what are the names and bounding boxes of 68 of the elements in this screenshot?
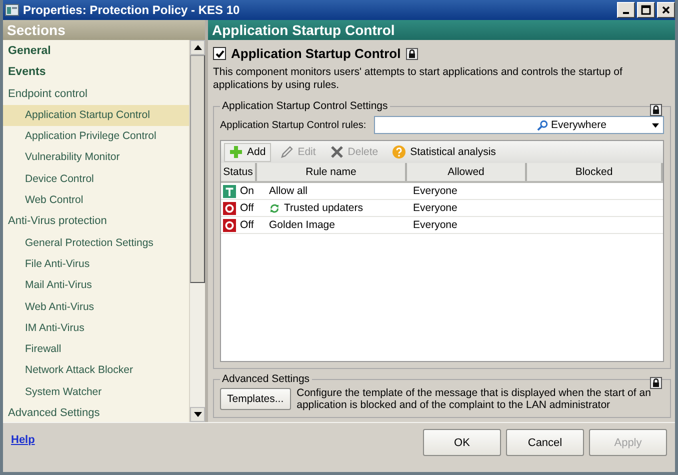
- templates-button[interactable]: Templates...: [220, 388, 291, 410]
- group-title: Application Startup Control Settings: [221, 100, 389, 112]
- column-header[interactable]: Allowed: [407, 163, 527, 181]
- table-cell: On: [240, 185, 254, 197]
- minimize-icon: [623, 12, 629, 14]
- delete-icon: [330, 145, 344, 159]
- column-header[interactable]: Status: [221, 163, 257, 181]
- toolbar-button[interactable]: Add: [224, 142, 271, 162]
- window-icon: [5, 3, 19, 17]
- table-cell: Trusted updaters: [284, 202, 363, 214]
- help-link[interactable]: Help: [11, 434, 35, 446]
- table-cell: Allow all: [269, 185, 308, 197]
- lock-icon[interactable]: [406, 48, 418, 60]
- component-label: Application Startup Control: [231, 46, 401, 61]
- sidebar-header: Sections: [3, 20, 205, 40]
- sidebar-item[interactable]: Web Control: [3, 190, 189, 212]
- sidebar-item[interactable]: Device Control: [3, 168, 189, 190]
- dialog-button[interactable]: Cancel: [506, 429, 584, 456]
- minimize-button[interactable]: [617, 2, 635, 18]
- table-cell: Off: [240, 202, 254, 214]
- down-arrow-icon: [194, 412, 202, 417]
- rules-label: Application Startup Control rules:: [220, 120, 366, 130]
- table-cell: Everyone: [413, 219, 458, 231]
- dialog-button[interactable]: OK: [423, 429, 501, 456]
- sidebar-item[interactable]: Application Privilege Control: [3, 126, 189, 148]
- sidebar-item[interactable]: Anti-Virus protection: [3, 211, 189, 233]
- column-header[interactable]: Blocked: [527, 163, 663, 181]
- close-icon: [661, 5, 671, 15]
- up-arrow-icon: [194, 45, 202, 50]
- sidebar-item[interactable]: Events: [3, 62, 189, 84]
- close-button[interactable]: [657, 2, 675, 18]
- scrollbar[interactable]: [189, 40, 205, 422]
- sidebar-item[interactable]: Endpoint control: [3, 84, 189, 105]
- panel-header: Application Startup Control: [208, 20, 675, 40]
- lock-icon[interactable]: [650, 377, 662, 389]
- sidebar-item[interactable]: File Anti-Virus: [3, 254, 189, 276]
- checkbox[interactable]: [213, 47, 226, 60]
- maximize-icon: [641, 5, 651, 15]
- sidebar-item[interactable]: Vulnerability Monitor: [3, 147, 189, 169]
- sidebar-item[interactable]: Web Anti-Virus: [3, 296, 189, 318]
- sidebar-item[interactable]: Advanced Settings: [3, 403, 189, 424]
- pencil-icon: [280, 145, 294, 159]
- group-title: Advanced Settings: [221, 373, 311, 385]
- advanced-description: Configure the template of the message that is displayed when the start of an application is blocked and of the complaint to the LAN administrator: [296, 387, 652, 411]
- column-header[interactable]: Rule name: [257, 163, 407, 181]
- table-cell: Everyone: [413, 185, 458, 197]
- caret-icon: [652, 122, 659, 128]
- scope-dropdown[interactable]: Everywhere: [533, 119, 663, 131]
- search-icon: [537, 120, 548, 130]
- lock-icon[interactable]: [650, 104, 662, 116]
- maximize-button[interactable]: [637, 2, 655, 18]
- sidebar-item[interactable]: General Protection Settings: [3, 232, 189, 254]
- window-title: Properties: Protection Policy - KES 10: [23, 3, 241, 17]
- sidebar-item[interactable]: Mail Anti-Virus: [3, 275, 189, 297]
- table-cell: Everyone: [413, 202, 458, 214]
- description: This component monitors users' attempts to start applications and controls the startup of applications by using rules.: [213, 66, 624, 92]
- sidebar-item[interactable]: General: [3, 41, 189, 62]
- sidebar-item[interactable]: System Watcher: [3, 382, 189, 404]
- sidebar-item[interactable]: Firewall: [3, 339, 189, 360]
- table-cell: Off: [240, 219, 254, 231]
- sidebar-item[interactable]: Application Startup Control: [3, 104, 189, 126]
- plus-icon: [229, 145, 243, 159]
- sidebar-item[interactable]: Network Attack Blocker: [3, 360, 189, 382]
- sidebar-item[interactable]: IM Anti-Virus: [3, 318, 189, 340]
- question-icon: [392, 145, 406, 159]
- toolbar-button[interactable]: Statistical analysis: [387, 142, 501, 162]
- table-cell: Golden Image: [269, 219, 335, 231]
- search-field[interactable]: Everywhere: [374, 116, 664, 134]
